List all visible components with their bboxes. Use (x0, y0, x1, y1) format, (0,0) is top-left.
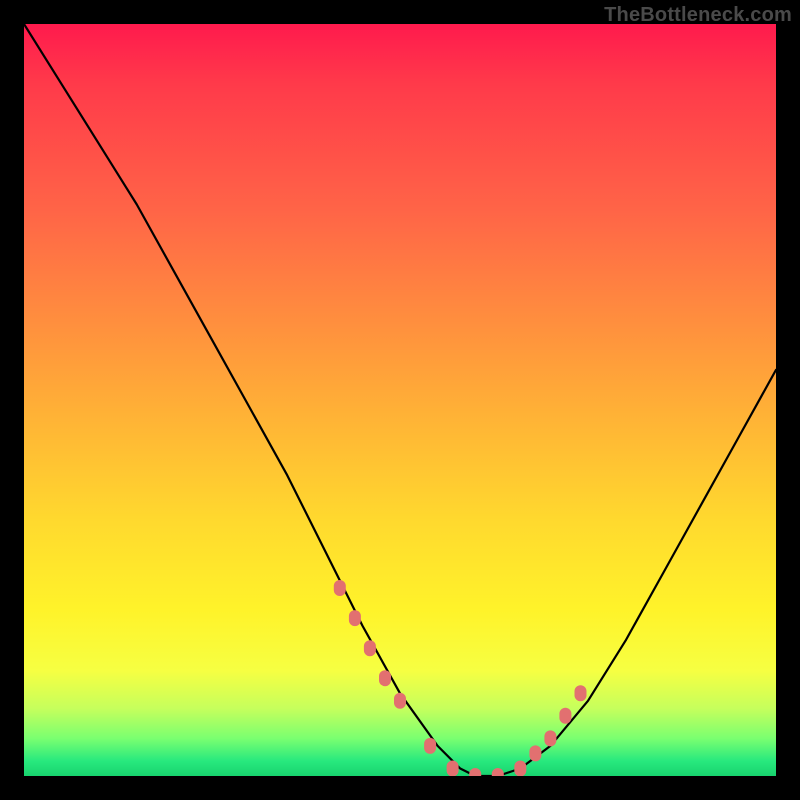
bottleneck-curve (24, 24, 776, 776)
curve-layer (24, 24, 776, 776)
plot-area (24, 24, 776, 776)
chart-frame: TheBottleneck.com (0, 0, 800, 800)
